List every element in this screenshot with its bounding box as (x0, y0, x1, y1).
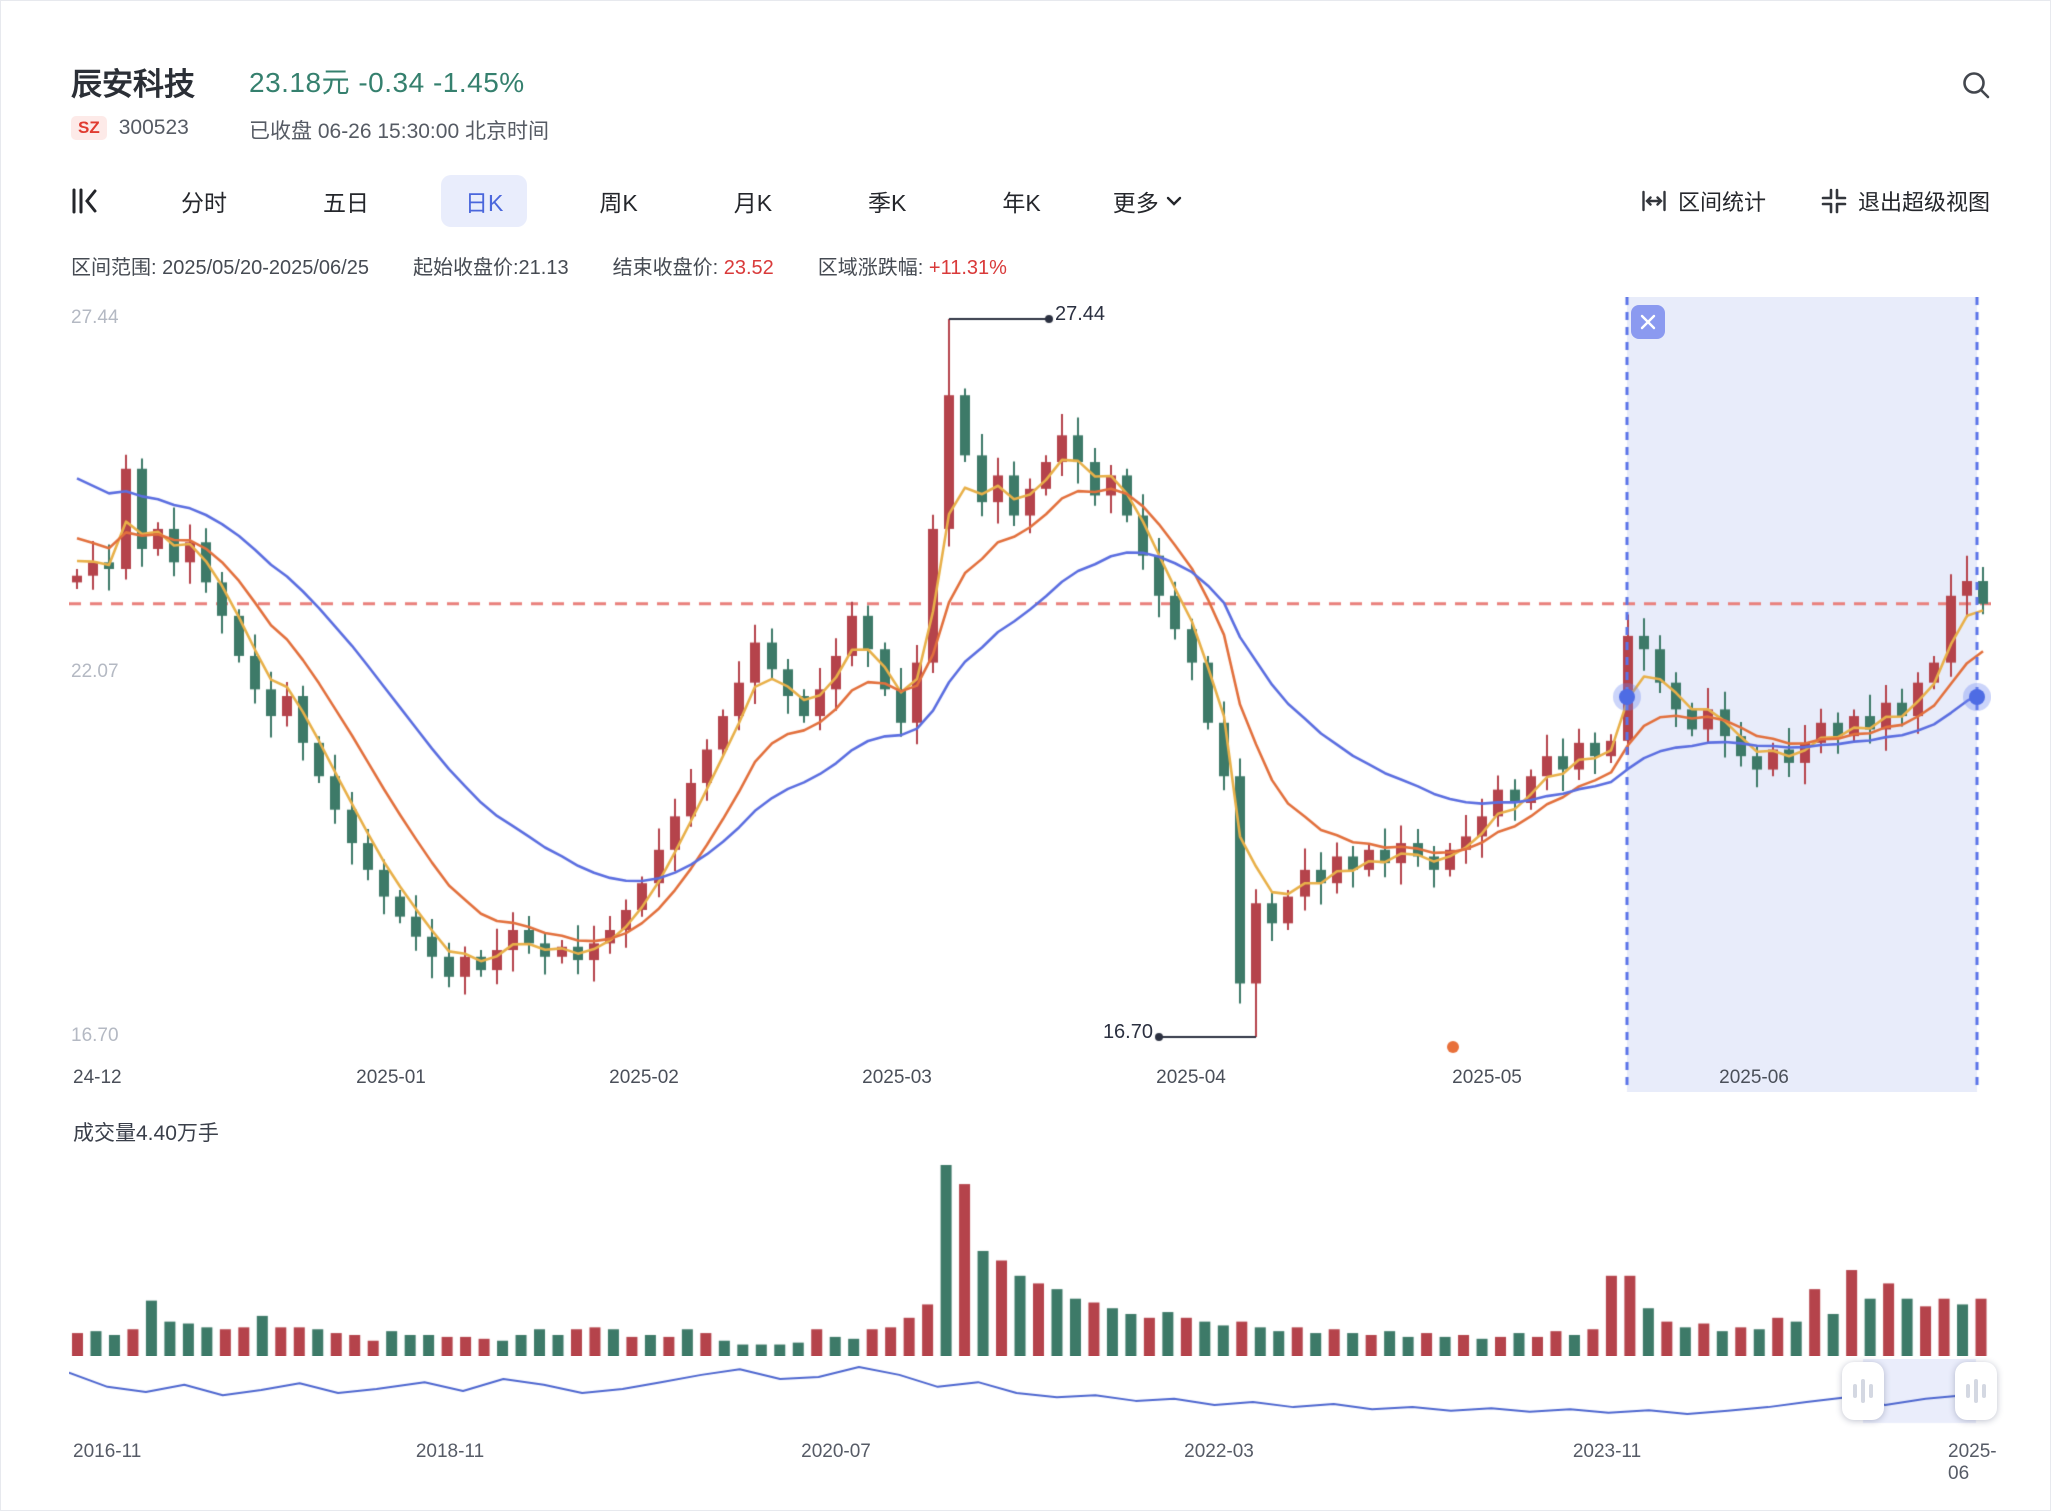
kline-panel-icon[interactable] (65, 181, 105, 221)
period-tabs: 分时五日日K 周K 月K 季K 年K (133, 175, 1089, 227)
range-stats-label: 区间统计 (1678, 185, 1766, 217)
tab-月K[interactable]: 月K (710, 175, 796, 227)
search-icon[interactable] (1954, 63, 2000, 109)
exchange-badge: SZ (71, 116, 107, 140)
tab-五日[interactable]: 五日 (299, 175, 393, 227)
exit-superview-label: 退出超级视图 (1858, 185, 1990, 217)
more-menu[interactable]: 更多 (1113, 184, 1182, 218)
navlab-item: 2020-07 (801, 1441, 871, 1463)
price-change: -0.34 (358, 67, 424, 98)
region-range: 区间范围: 2025/05/20-2025/06/25 (71, 251, 369, 280)
stock-code-row: SZ 300523 (71, 113, 189, 143)
volume-chart (69, 1159, 1991, 1356)
high-annotation: 27.44 (1055, 303, 1105, 326)
tab-日K[interactable]: 日K (441, 175, 527, 227)
navlab-item: 2018-11 (416, 1441, 484, 1463)
tab-周K[interactable]: 周K (575, 175, 661, 227)
chevron-down-icon (1166, 196, 1182, 206)
xlab-item: 2025-02 (609, 1067, 679, 1089)
stock-chart-app: 辰安科技 23.18元 -0.34 -1.45% SZ 300523 已收盘 0… (0, 0, 2051, 1511)
market-status: 已收盘 06-26 15:30:00 北京时间 (249, 115, 549, 145)
navigator-left-handle[interactable] (1842, 1362, 1884, 1420)
xlab-item: 2025-05 (1452, 1067, 1522, 1089)
more-label: 更多 (1113, 184, 1159, 218)
last-price: 23.18元 (249, 67, 350, 98)
region-start-close: 起始收盘价:21.13 (413, 251, 569, 280)
navlab-item: 2023-11 (1573, 1441, 1641, 1463)
navigator-right-handle[interactable] (1955, 1362, 1997, 1420)
tab-分时[interactable]: 分时 (157, 175, 251, 227)
range-stats-icon (1640, 187, 1668, 215)
tab-季K[interactable]: 季K (844, 175, 930, 227)
xlab-item: 2025-01 (356, 1067, 426, 1089)
price-change-pct: -1.45% (433, 67, 525, 98)
navlab-item: 2025-06 (1948, 1441, 1999, 1485)
ylab-item: 16.70 (71, 1025, 119, 1047)
stock-code: 300523 (119, 116, 189, 140)
history-navigator[interactable] (69, 1359, 1991, 1427)
close-region-button[interactable] (1631, 305, 1665, 339)
navlab-item: 2022-03 (1184, 1441, 1254, 1463)
xlab-item: 2025-06 (1719, 1067, 1789, 1089)
exit-superview-button[interactable]: 退出超级视图 (1820, 185, 1990, 217)
close-icon (1639, 313, 1657, 331)
region-end-close: 结束收盘价: 23.52 (613, 251, 774, 280)
ylab-item: 27.44 (71, 307, 119, 329)
region-change-pct: 区域涨跌幅: +11.31% (818, 251, 1007, 280)
tab-年K[interactable]: 年K (978, 175, 1064, 227)
volume-label: 成交量4.40万手 (73, 1117, 219, 1147)
region-stats-bar: 区间范围: 2025/05/20-2025/06/25 起始收盘价:21.13 … (71, 251, 1007, 280)
navlab-item: 2016-11 (73, 1441, 141, 1463)
toolbar-right: 区间统计 退出超级视图 (1640, 173, 1990, 229)
ylab-item: 22.07 (71, 661, 119, 683)
price-quote: 23.18元 -0.34 -1.45% (249, 61, 525, 101)
xlab-item: 2025-03 (862, 1067, 932, 1089)
xlab-item: 2025-04 (1156, 1067, 1226, 1089)
low-annotation: 16.70 (1063, 1021, 1153, 1044)
collapse-icon (1820, 187, 1848, 215)
candlestick-chart[interactable] (69, 297, 1991, 1092)
xlab-item: 24-12 (73, 1067, 122, 1089)
range-stats-button[interactable]: 区间统计 (1640, 185, 1766, 217)
period-toolbar: 分时五日日K 周K 月K 季K 年K 更多 (65, 173, 1495, 229)
stock-name: 辰安科技 (71, 59, 195, 104)
